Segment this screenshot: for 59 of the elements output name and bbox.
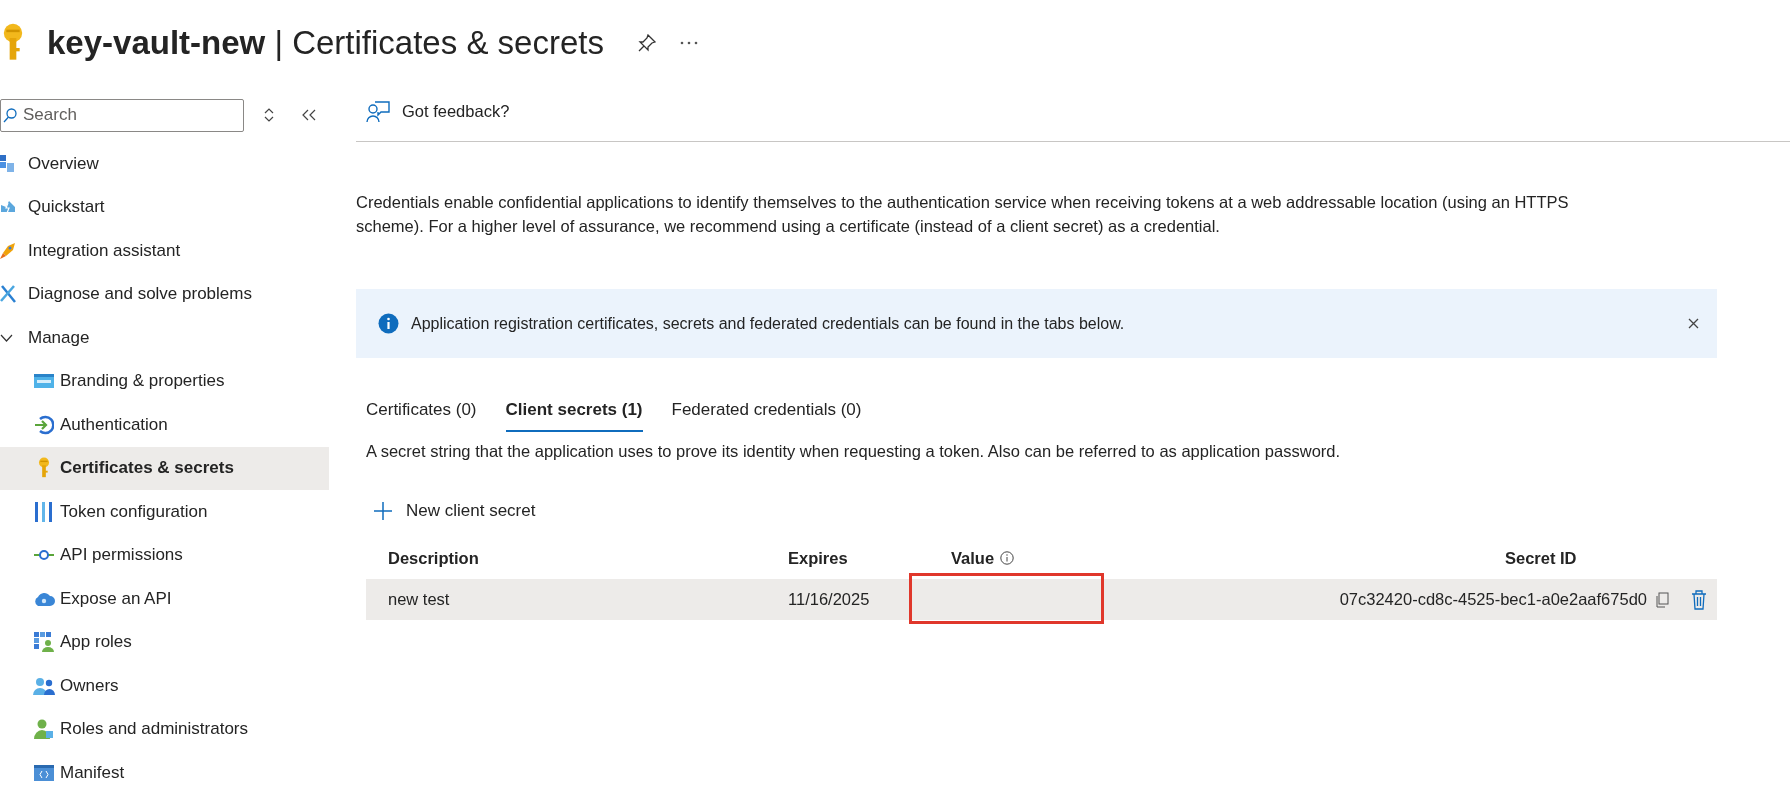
tab[interactable]: Federated credentials (0) xyxy=(671,394,862,432)
table-cell: new test xyxy=(388,590,450,609)
person-badge-icon xyxy=(34,719,54,740)
collapse-icon[interactable] xyxy=(302,109,316,121)
more-icon[interactable] xyxy=(679,41,698,45)
grid-person-icon xyxy=(34,632,54,653)
page-title: key-vault-new | Certificates & secrets xyxy=(47,24,604,62)
nav-item[interactable]: Quickstart xyxy=(0,185,329,229)
sign-in-icon xyxy=(34,414,54,435)
nav-item[interactable]: Manifest xyxy=(0,751,329,795)
intro-text: Credentials enable confidential applications to identify themselves to the authentication service when receiving tokens at a web addressable location (using an HTTPS scheme). For a higher level of assurance, we recommend using a certificate (instead of a client secret) as a credential. xyxy=(356,192,1570,237)
info-text: Application registration certificates, secrets and federated credentials can be found in the tabs below. xyxy=(411,314,1126,333)
tab-description: A secret string that the application uses to prove its identity when requesting a token. Also can be referred to as application password. xyxy=(366,442,1342,461)
column-header: Secret ID xyxy=(1505,548,1577,568)
connector-icon xyxy=(34,549,54,562)
table-row[interactable]: new test xyxy=(366,579,766,620)
search-icon xyxy=(3,107,17,123)
search-field[interactable]: Search xyxy=(0,98,244,132)
nav-item[interactable]: Certificates & secrets xyxy=(0,446,329,490)
tools-icon xyxy=(0,285,16,304)
rocket-icon xyxy=(0,241,16,260)
cube-grid-icon xyxy=(0,154,14,173)
close-icon[interactable] xyxy=(1688,318,1699,329)
trash-icon[interactable] xyxy=(1691,589,1707,610)
web-window-icon xyxy=(34,374,54,389)
nav-item[interactable]: Owners xyxy=(0,664,329,708)
code-file-icon xyxy=(34,764,54,781)
column-header: Expires xyxy=(788,548,848,568)
table-cell: 07c32420-cd8c-4525-bec1-a0e2aaf675d0 xyxy=(1339,590,1647,609)
pin-icon[interactable] xyxy=(637,34,656,52)
nav-item[interactable]: Overview xyxy=(0,142,329,186)
nav-item[interactable]: Branding & properties xyxy=(0,359,329,403)
key-icon xyxy=(2,23,24,63)
tab[interactable]: Client secrets (1) xyxy=(505,394,643,432)
nav-item[interactable]: Authentication xyxy=(0,403,329,447)
person-feedback-icon xyxy=(366,100,390,123)
tab[interactable]: Certificates (0) xyxy=(366,394,477,432)
people-icon xyxy=(33,676,55,695)
sort-icon[interactable] xyxy=(264,108,274,122)
new-client-secret-button[interactable]: New client secret xyxy=(374,497,536,525)
info-icon xyxy=(378,313,399,334)
column-header: Description xyxy=(388,548,479,568)
nav-item[interactable]: App roles xyxy=(0,620,329,664)
nav-item[interactable]: Integration assistant xyxy=(0,229,329,273)
nav-item[interactable]: Token configuration xyxy=(0,490,329,534)
chevron-down-icon xyxy=(0,333,13,342)
cloud-gear-icon xyxy=(33,590,55,607)
nav-item[interactable]: API permissions xyxy=(0,533,329,577)
nav-item[interactable]: Diagnose and solve problems xyxy=(0,272,329,316)
key-icon xyxy=(38,457,50,480)
nav-group[interactable]: Manage xyxy=(0,316,329,360)
nav-item[interactable]: Roles and administrators xyxy=(0,707,329,751)
info-icon[interactable] xyxy=(1000,551,1015,565)
plus-icon xyxy=(374,502,392,520)
table-cell: 11/16/2025 xyxy=(788,590,870,609)
bars-icon xyxy=(35,501,53,522)
feedback-button[interactable]: Got feedback? xyxy=(356,100,510,123)
column-header: Value xyxy=(951,548,995,568)
nav-item[interactable]: Expose an API xyxy=(0,577,329,621)
